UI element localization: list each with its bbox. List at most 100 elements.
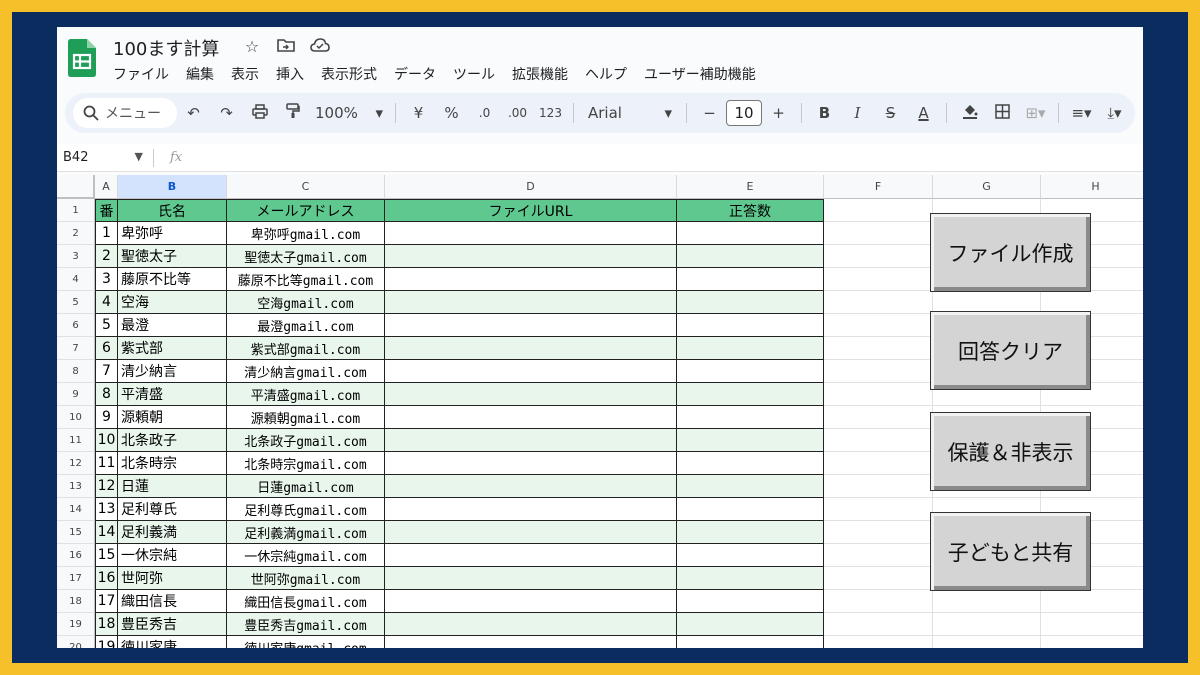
cell-name[interactable]: 世阿弥 [118,567,227,590]
cell-number[interactable]: 8 [95,383,118,406]
row-header[interactable]: 20 [57,636,95,648]
cell-score[interactable] [677,360,824,383]
menu-tools[interactable]: ツール [453,64,495,84]
cell-score[interactable] [677,567,824,590]
cell-number[interactable]: 2 [95,245,118,268]
cell-file-url[interactable] [385,544,677,567]
row-header[interactable]: 11 [57,429,95,452]
cell-name[interactable]: 聖徳太子 [118,245,227,268]
menu-data[interactable]: データ [394,64,436,84]
font-select[interactable]: Arial ▾ [580,104,680,122]
star-icon[interactable]: ☆ [242,37,262,57]
cell-name[interactable]: 卑弥呼 [118,222,227,245]
menu-file[interactable]: ファイル [113,64,169,84]
cell-file-url[interactable] [385,475,677,498]
menu-format[interactable]: 表示形式 [321,64,377,84]
cell-file-url[interactable] [385,429,677,452]
cell-name[interactable]: 一休宗純 [118,544,227,567]
cell-email[interactable]: 北条政子gmail.com [227,429,385,452]
header-cell-name[interactable]: 氏名 [118,199,227,222]
increase-decimal-button[interactable]: .00 [501,106,534,120]
row-header[interactable]: 13 [57,475,95,498]
cell-email[interactable]: 藤原不比等gmail.com [227,268,385,291]
cell-file-url[interactable] [385,452,677,475]
menu-insert[interactable]: 挿入 [276,64,304,84]
column-header-b[interactable]: B [118,175,227,199]
decrease-decimal-button[interactable]: .0 [468,106,501,120]
row-header[interactable]: 18 [57,590,95,613]
column-header-e[interactable]: E [677,175,824,199]
cell-file-url[interactable] [385,291,677,314]
cell-number[interactable]: 4 [95,291,118,314]
column-header-a[interactable]: A [95,175,118,199]
paint-format-icon[interactable] [276,103,309,123]
menu-extensions[interactable]: 拡張機能 [512,64,568,84]
cell-email[interactable]: 清少納言gmail.com [227,360,385,383]
row-header[interactable]: 7 [57,337,95,360]
cell-number[interactable]: 19 [95,636,118,648]
cell-email[interactable]: 源頼朝gmail.com [227,406,385,429]
row-header[interactable]: 15 [57,521,95,544]
row-header[interactable]: 19 [57,613,95,636]
menu-search[interactable]: メニュー [73,98,177,128]
cell-email[interactable]: 紫式部gmail.com [227,337,385,360]
menu-edit[interactable]: 編集 [186,64,214,84]
font-size-input[interactable]: 10 [726,100,762,126]
merge-cells-icon[interactable]: ⊞▾ [1019,104,1052,122]
cell-score[interactable] [677,222,824,245]
cell-name[interactable]: 北条政子 [118,429,227,452]
select-all-corner[interactable] [57,175,95,199]
clear-answers-button[interactable]: 回答クリア [930,311,1091,390]
cell-email[interactable]: 聖徳太子gmail.com [227,245,385,268]
font-size-decrease-button[interactable]: − [693,104,726,122]
cell-file-url[interactable] [385,406,677,429]
align-vertical-icon[interactable]: ⤓▾ [1098,104,1131,122]
cell-file-url[interactable] [385,498,677,521]
font-size-increase-button[interactable]: + [762,104,795,122]
cell-number[interactable]: 5 [95,314,118,337]
protect-hide-button[interactable]: 保護＆非表示 [930,412,1091,491]
cell-score[interactable] [677,521,824,544]
cell-email[interactable]: 空海gmail.com [227,291,385,314]
cell-number[interactable]: 3 [95,268,118,291]
cell-number[interactable]: 7 [95,360,118,383]
align-horizontal-icon[interactable]: ≡▾ [1065,104,1098,122]
menu-help[interactable]: ヘルプ [585,64,627,84]
cell-email[interactable]: 織田信長gmail.com [227,590,385,613]
column-header-c[interactable]: C [227,175,385,199]
cell-file-url[interactable] [385,360,677,383]
cell-name[interactable]: 藤原不比等 [118,268,227,291]
italic-button[interactable]: I [841,104,874,122]
row-header[interactable]: 3 [57,245,95,268]
column-header-f[interactable]: F [824,175,933,199]
cell-score[interactable] [677,544,824,567]
cell-number[interactable]: 16 [95,567,118,590]
row-header[interactable]: 14 [57,498,95,521]
menu-accessibility[interactable]: ユーザー補助機能 [644,64,756,84]
cell-file-url[interactable] [385,222,677,245]
strikethrough-icon[interactable]: S [874,104,907,122]
cell-name[interactable]: 足利尊氏 [118,498,227,521]
column-header-d[interactable]: D [385,175,677,199]
currency-format-button[interactable]: ¥ [402,104,435,122]
cell-score[interactable] [677,268,824,291]
bold-button[interactable]: B [808,104,841,122]
cell-email[interactable]: 世阿弥gmail.com [227,567,385,590]
cell-score[interactable] [677,314,824,337]
header-cell-number[interactable]: 番 [95,199,118,222]
column-header-h[interactable]: H [1041,175,1143,199]
row-header[interactable]: 10 [57,406,95,429]
fill-color-icon[interactable] [953,103,986,123]
percent-format-button[interactable]: % [435,104,468,122]
cell-file-url[interactable] [385,567,677,590]
cell-score[interactable] [677,452,824,475]
cell-file-url[interactable] [385,636,677,648]
cell-number[interactable]: 17 [95,590,118,613]
cell-email[interactable]: 平清盛gmail.com [227,383,385,406]
cell-number[interactable]: 13 [95,498,118,521]
cell-name[interactable]: 北条時宗 [118,452,227,475]
cell-file-url[interactable] [385,245,677,268]
zoom-select[interactable]: 100% ▾ [309,104,389,122]
cell-file-url[interactable] [385,337,677,360]
cell-score[interactable] [677,406,824,429]
